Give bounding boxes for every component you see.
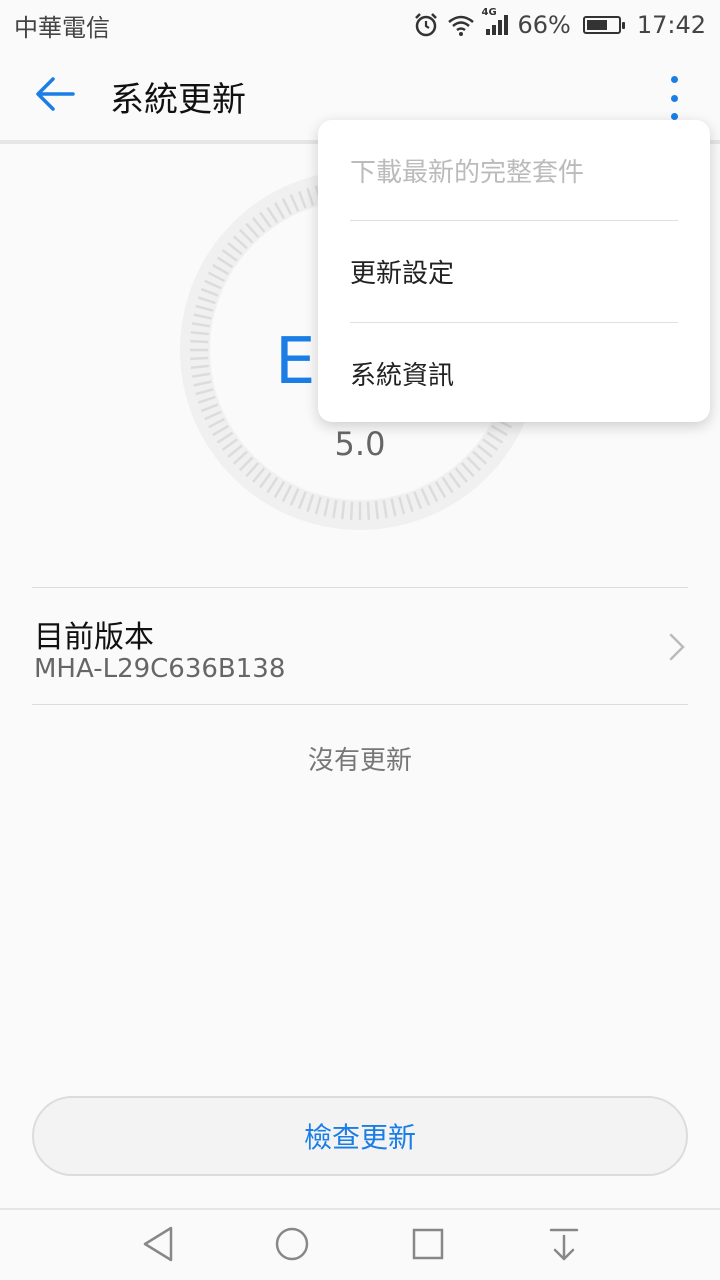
network-type-label: 4G [481, 7, 497, 18]
wifi-icon [447, 13, 475, 37]
home-circle-icon [273, 1225, 311, 1267]
update-status-message: 沒有更新 [307, 746, 412, 776]
menu-item-download-full-package[interactable]: 下載最新的完整套件 [350, 120, 678, 220]
carrier-name: 中華電信 [14, 13, 110, 42]
recents-square-icon [411, 1227, 445, 1265]
overflow-menu: 下載最新的完整套件 更新設定 系統資訊 [318, 120, 710, 422]
status-bar: 中華電信 4G 66% 17:42 [0, 0, 720, 50]
nav-recents-button[interactable] [406, 1224, 450, 1268]
dial-logo-letter: E [275, 325, 316, 399]
arrow-left-icon [35, 76, 75, 116]
page-title: 系統更新 [110, 79, 246, 120]
chevron-right-icon [668, 632, 686, 666]
nav-back-button[interactable] [136, 1224, 180, 1268]
navigation-bar [0, 1208, 720, 1280]
alarm-icon [413, 12, 439, 38]
check-update-button[interactable]: 檢查更新 [32, 1096, 688, 1176]
back-button[interactable] [0, 50, 110, 142]
current-version-row[interactable]: 目前版本 MHA-L29C636B138 [0, 588, 720, 704]
current-version-value: MHA-L29C636B138 [34, 654, 286, 684]
row-divider-bottom [32, 704, 688, 705]
current-version-label: 目前版本 [34, 620, 154, 655]
more-vertical-icon [670, 76, 678, 120]
nav-home-button[interactable] [270, 1224, 314, 1268]
menu-item-update-settings[interactable]: 更新設定 [350, 221, 678, 321]
status-icons: 4G 66% 17:42 [413, 7, 706, 39]
battery-percent: 66% [517, 11, 571, 39]
more-options-button[interactable] [664, 76, 684, 120]
menu-item-system-info[interactable]: 系統資訊 [350, 323, 678, 423]
signal-icon: 4G [481, 7, 509, 37]
battery-icon [582, 16, 625, 34]
back-triangle-icon [141, 1225, 175, 1267]
clock-time: 17:42 [636, 11, 706, 39]
nav-notification-button[interactable] [542, 1224, 586, 1268]
dial-version-number: 5.0 [334, 425, 386, 463]
notification-pull-icon [547, 1226, 581, 1266]
